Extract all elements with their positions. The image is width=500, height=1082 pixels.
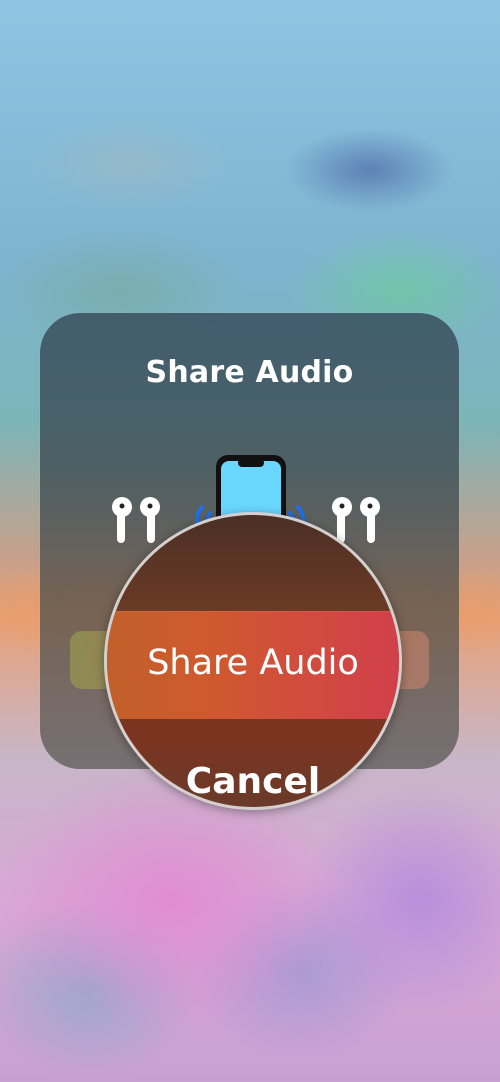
share-audio-button-label: Share Audio — [147, 643, 359, 683]
cancel-button[interactable]: Cancel — [107, 761, 399, 802]
magnifier-circle: Share Audio Cancel — [104, 512, 402, 810]
sheet-title: Share Audio — [145, 355, 354, 390]
